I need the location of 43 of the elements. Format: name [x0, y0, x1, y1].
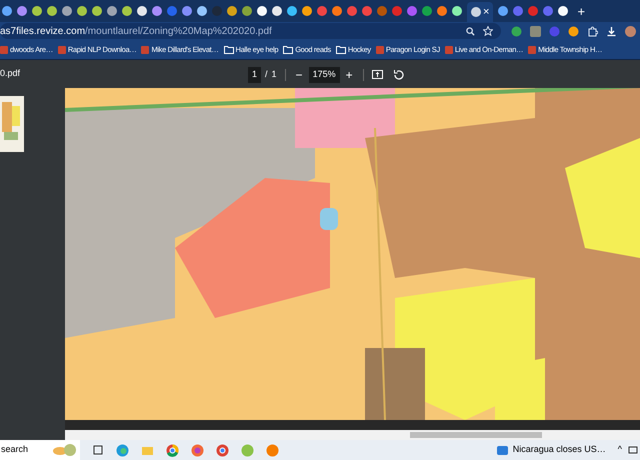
rotate-icon[interactable] — [392, 69, 404, 80]
task-view-icon[interactable] — [92, 444, 104, 456]
folder-icon — [224, 46, 234, 54]
page-count: 1 — [272, 68, 277, 81]
address-field[interactable]: as7files.revize.com/mountlaurel/Zoning%20Map%202020.pdf — [0, 23, 501, 39]
favicon-icon — [528, 46, 536, 54]
favicon-icon — [58, 46, 66, 54]
extension-icon[interactable] — [568, 26, 579, 36]
avatar-icon[interactable] — [625, 26, 636, 36]
folder-icon — [283, 46, 294, 54]
document-title: 0.pdf — [0, 67, 20, 80]
zoom-icon[interactable] — [466, 26, 475, 36]
download-icon[interactable] — [606, 26, 617, 36]
fit-page-icon[interactable] — [372, 69, 383, 80]
chrome-icon[interactable] — [166, 444, 179, 456]
tray-chevron[interactable]: ^ — [618, 443, 622, 457]
extension-icon[interactable] — [511, 26, 522, 36]
firefox-icon[interactable] — [191, 444, 204, 456]
folder-icon — [336, 46, 346, 54]
news-icon[interactable] — [496, 444, 509, 456]
browser-tab[interactable]: × — [467, 2, 494, 22]
page-thumbnail[interactable] — [0, 96, 24, 152]
page-separator: / — [265, 68, 268, 81]
favicon-icon — [0, 46, 8, 54]
favicon-icon — [444, 46, 453, 54]
favicon-icon — [376, 46, 384, 54]
zoom-in-button[interactable]: + — [344, 68, 355, 81]
search-field[interactable]: search — [0, 440, 80, 460]
news-headline[interactable]: Nicaragua closes US… — [512, 443, 606, 457]
chrome-icon[interactable] — [216, 444, 229, 456]
star-icon[interactable] — [483, 26, 493, 36]
page-number-field[interactable]: 1 — [248, 67, 262, 82]
edge-icon[interactable] — [116, 444, 129, 456]
zoom-out-button[interactable]: − — [294, 68, 305, 81]
close-tab-button[interactable]: × — [483, 6, 490, 18]
melon-icon — [52, 443, 78, 457]
tray-icon[interactable] — [628, 445, 638, 455]
zoom-field[interactable]: 175% — [308, 67, 340, 82]
extension-icon[interactable] — [530, 26, 541, 36]
puzzle-icon[interactable] — [587, 26, 598, 36]
favicon-icon — [141, 46, 150, 54]
new-tab-button[interactable]: + — [577, 4, 586, 18]
horizontal-scrollbar[interactable] — [65, 430, 640, 440]
